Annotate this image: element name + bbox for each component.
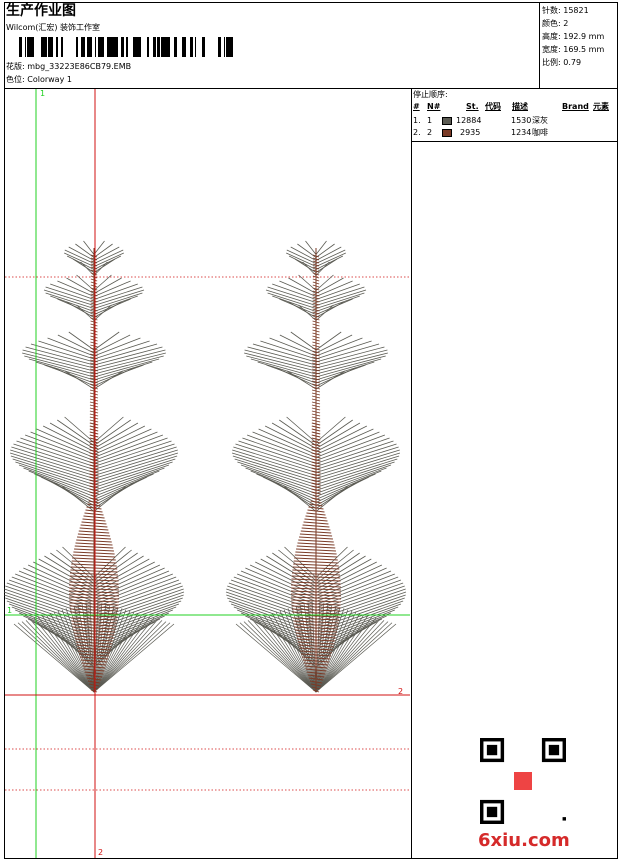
col-header-desc: 描述	[512, 102, 528, 111]
barcode-image	[19, 37, 233, 57]
stat-color-count: 颜色: 2	[542, 19, 569, 28]
red-guides	[5, 89, 410, 858]
col-header-code: 代码	[485, 102, 501, 111]
col-header-n: N#	[427, 102, 441, 111]
watermark-logo: 6xiu.com	[478, 830, 570, 851]
color-swatch	[442, 117, 452, 125]
colorway-label: 色位: Colorway 1	[6, 75, 72, 84]
stop-sequence-title: 停止顺序:	[413, 90, 448, 99]
row-index: 2.	[413, 128, 421, 137]
row-code: 1530	[511, 116, 532, 125]
row-desc: 咖啡	[532, 128, 548, 137]
stat-scale: 比例: 0.79	[542, 58, 582, 67]
col-header-element: 元素	[593, 102, 609, 111]
row-n: 1	[427, 116, 433, 125]
row-code: 1234	[511, 128, 532, 137]
green-guides	[5, 89, 410, 858]
stop-row: 2. 2 2935 1234 咖啡	[413, 128, 617, 139]
row-stitches: 12884	[456, 116, 482, 125]
embroidery-motif-left	[3, 240, 185, 693]
stop-row: 1. 1 12884 1530 深灰	[413, 116, 617, 127]
stat-stitch-count: 针数: 15821	[542, 6, 589, 15]
col-header-index: #	[413, 102, 420, 111]
color-swatch	[442, 129, 452, 137]
col-header-stitches: St.	[466, 102, 479, 111]
row-index: 1.	[413, 116, 421, 125]
qr-code-image	[480, 738, 566, 824]
row-desc: 深灰	[532, 116, 548, 125]
col-header-brand: Brand	[562, 102, 589, 111]
design-file: 花版: mbg_33223E86CB79.EMB	[6, 62, 132, 71]
green-y-label: 1	[7, 606, 12, 615]
red-x-label: 2	[98, 848, 103, 857]
stat-height: 高度: 192.9 mm	[542, 32, 605, 41]
company-name: Wilcom(汇宏) 装饰工作室	[6, 23, 101, 32]
green-x-label: 1	[40, 89, 45, 98]
red-y-label: 2	[398, 687, 403, 696]
page-title: 生产作业图	[6, 3, 76, 19]
embroidery-motif-right	[225, 240, 407, 693]
stat-width: 宽度: 169.5 mm	[542, 45, 605, 54]
row-stitches: 2935	[460, 128, 481, 137]
row-n: 2	[427, 128, 433, 137]
